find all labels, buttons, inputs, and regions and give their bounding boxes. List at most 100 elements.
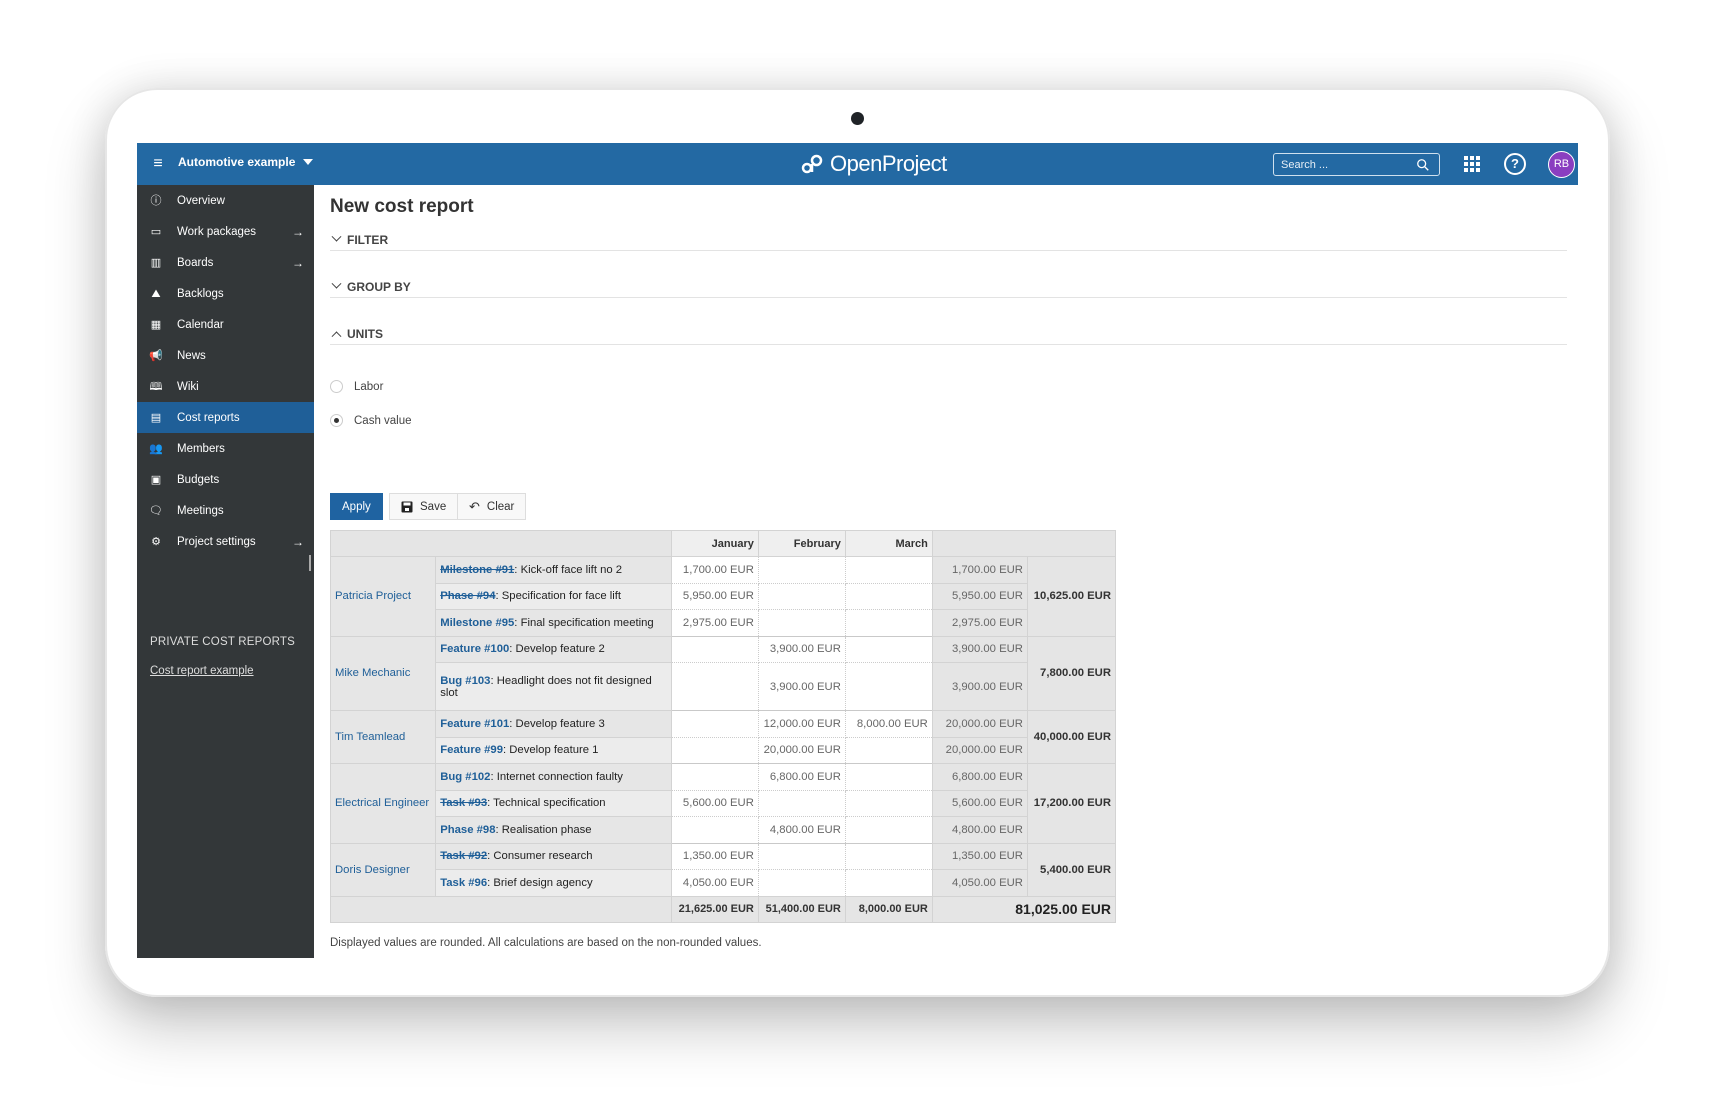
work-package-link[interactable]: Task #96 xyxy=(440,877,487,889)
rounding-note: Displayed values are rounded. All calcul… xyxy=(330,937,762,949)
sidebar-item-members[interactable]: 👥 Members xyxy=(137,433,314,464)
search-box[interactable] xyxy=(1273,153,1440,176)
value-cell-february xyxy=(757,609,846,637)
megaphone-icon: 📢 xyxy=(149,349,163,362)
work-package-link[interactable]: Feature #101 xyxy=(440,718,509,730)
value-cell-january[interactable]: 2,975.00 EUR xyxy=(670,609,759,637)
filter-section-toggle[interactable]: FILTER xyxy=(330,229,1567,251)
row-total-cell: 5,950.00 EUR xyxy=(931,582,1028,610)
value-cell-february[interactable]: 12,000.00 EUR xyxy=(757,710,846,738)
apply-button[interactable]: Apply xyxy=(330,493,383,520)
value-cell-january[interactable]: 1,350.00 EUR xyxy=(670,842,759,870)
sidebar-item-label: Work packages xyxy=(177,225,257,238)
value-cell-march xyxy=(844,816,933,844)
private-reports-heading: PRIVATE COST REPORTS xyxy=(150,636,296,648)
user-cell[interactable]: Doris Designer xyxy=(329,842,437,897)
user-cell[interactable]: Tim Teamlead xyxy=(329,710,437,764)
cash-value-label: Cash value xyxy=(354,414,412,427)
units-option-cash[interactable]: Cash value xyxy=(330,414,412,427)
table-row: Task #96: Brief design agency 4,050.00 EU… xyxy=(331,869,1116,897)
table-row: Task #93: Technical specification 5,600.0… xyxy=(331,789,1116,817)
sidebar-item-wiki[interactable]: 🕮 Wiki xyxy=(137,371,314,402)
value-cell-february[interactable]: 20,000.00 EUR xyxy=(757,736,846,764)
group-by-label: GROUP BY xyxy=(347,279,411,294)
cost-report-table: January February March Patricia Project M… xyxy=(329,530,1117,923)
row-total-cell: 4,800.00 EUR xyxy=(931,816,1028,844)
apply-label: Apply xyxy=(342,500,371,513)
value-cell-february xyxy=(757,582,846,610)
work-package-link[interactable]: Bug #102 xyxy=(440,771,490,783)
save-button[interactable]: Save xyxy=(389,493,459,520)
work-package-title: : Kick-off face lift no 2 xyxy=(514,563,623,576)
info-circle-icon: ⓘ xyxy=(150,194,162,207)
radio-labor[interactable] xyxy=(330,380,343,393)
sidebar-item-overview[interactable]: ⓘ Overview xyxy=(137,185,314,216)
units-option-labor[interactable]: Labor xyxy=(330,380,383,393)
openproject-logo[interactable]: OpenProject xyxy=(800,151,947,177)
avatar[interactable]: RB xyxy=(1548,151,1575,178)
hamburger-menu-icon[interactable]: ≡ xyxy=(149,154,167,174)
value-cell-february[interactable]: 4,800.00 EUR xyxy=(757,816,846,844)
work-package-link[interactable]: Milestone #95 xyxy=(440,617,514,629)
value-cell-february[interactable]: 3,900.00 EUR xyxy=(757,635,846,663)
sidebar-item-boards[interactable]: ▥ Boards → xyxy=(137,247,314,278)
units-section-toggle[interactable]: UNITS xyxy=(330,323,1567,345)
arrow-right-icon[interactable]: → xyxy=(292,256,304,270)
arrow-right-icon[interactable]: → xyxy=(292,535,304,549)
project-selector[interactable]: Automotive example xyxy=(178,155,314,169)
radio-cash-value[interactable] xyxy=(330,414,343,427)
sidebar-resize-handle[interactable] xyxy=(309,555,311,571)
value-cell-january[interactable]: 5,950.00 EUR xyxy=(670,582,759,610)
value-cell-january xyxy=(670,816,759,844)
work-package-link[interactable]: Task #92 xyxy=(440,850,487,862)
search-input[interactable] xyxy=(1281,158,1416,171)
arrow-right-icon[interactable]: → xyxy=(292,225,304,239)
work-package-link[interactable]: Milestone #91 xyxy=(440,564,514,576)
sidebar-item-backlogs[interactable]: ⛰ Backlogs xyxy=(137,278,314,309)
modules-grid-icon[interactable] xyxy=(1464,156,1480,172)
sidebar-item-meetings[interactable]: 🗨 Meetings xyxy=(137,495,314,526)
value-cell-march xyxy=(844,635,933,663)
work-package-cell: Milestone #95: Final specification meeti… xyxy=(435,609,672,637)
totals-label-cell xyxy=(330,895,672,923)
help-icon[interactable]: ? xyxy=(1504,153,1526,175)
total-january: 21,625.00 EUR xyxy=(670,895,759,923)
clear-button[interactable]: ↶ Clear xyxy=(457,493,527,520)
work-package-link[interactable]: Feature #99 xyxy=(440,744,503,756)
work-package-cell: Task #93: Technical specification xyxy=(435,789,672,817)
user-cell[interactable]: Mike Mechanic xyxy=(329,635,437,711)
column-header-february[interactable]: February xyxy=(757,530,846,557)
value-cell-january[interactable]: 1,700.00 EUR xyxy=(670,556,759,584)
value-cell-january[interactable]: 5,600.00 EUR xyxy=(670,789,759,817)
sidebar-item-project-settings[interactable]: ⚙ Project settings → xyxy=(137,526,314,557)
logo-icon xyxy=(801,154,823,174)
sidebar-item-calendar[interactable]: ▦ Calendar xyxy=(137,309,314,340)
work-package-link[interactable]: Task #93 xyxy=(440,797,487,809)
table-row: Phase #98: Realisation phase 4,800.00 EUR… xyxy=(331,816,1116,844)
user-cell[interactable]: Electrical Engineer xyxy=(329,763,437,844)
search-icon[interactable] xyxy=(1416,158,1430,172)
work-package-link[interactable]: Feature #100 xyxy=(440,643,509,655)
saved-report-link[interactable]: Cost report example xyxy=(150,665,254,677)
value-cell-february[interactable]: 6,800.00 EUR xyxy=(757,763,846,791)
column-header-march[interactable]: March xyxy=(844,530,933,557)
user-cell[interactable]: Patricia Project xyxy=(329,556,437,637)
work-package-link[interactable]: Phase #98 xyxy=(440,824,495,836)
work-package-link[interactable]: Phase #94 xyxy=(440,590,495,602)
value-cell-february xyxy=(757,869,846,897)
work-package-link[interactable]: Bug #103 xyxy=(440,675,490,687)
sidebar-item-budgets[interactable]: ▣ Budgets xyxy=(137,464,314,495)
group-by-section-toggle[interactable]: GROUP BY xyxy=(330,276,1567,298)
value-cell-march xyxy=(844,869,933,897)
value-cell-january xyxy=(670,635,759,663)
work-package-title: : Develop feature 1 xyxy=(503,744,599,757)
sidebar-item-cost-reports[interactable]: ▤ Cost reports xyxy=(137,402,314,433)
column-header-january[interactable]: January xyxy=(670,530,759,557)
value-cell-january[interactable]: 4,050.00 EUR xyxy=(670,869,759,897)
sidebar-item-work-packages[interactable]: ▭ Work packages → xyxy=(137,216,314,247)
work-package-title: : Brief design agency xyxy=(487,876,593,889)
value-cell-march[interactable]: 8,000.00 EUR xyxy=(844,710,933,738)
sidebar-item-news[interactable]: 📢 News xyxy=(137,340,314,371)
value-cell-february[interactable]: 3,900.00 EUR xyxy=(757,662,846,711)
value-cell-february xyxy=(757,789,846,817)
